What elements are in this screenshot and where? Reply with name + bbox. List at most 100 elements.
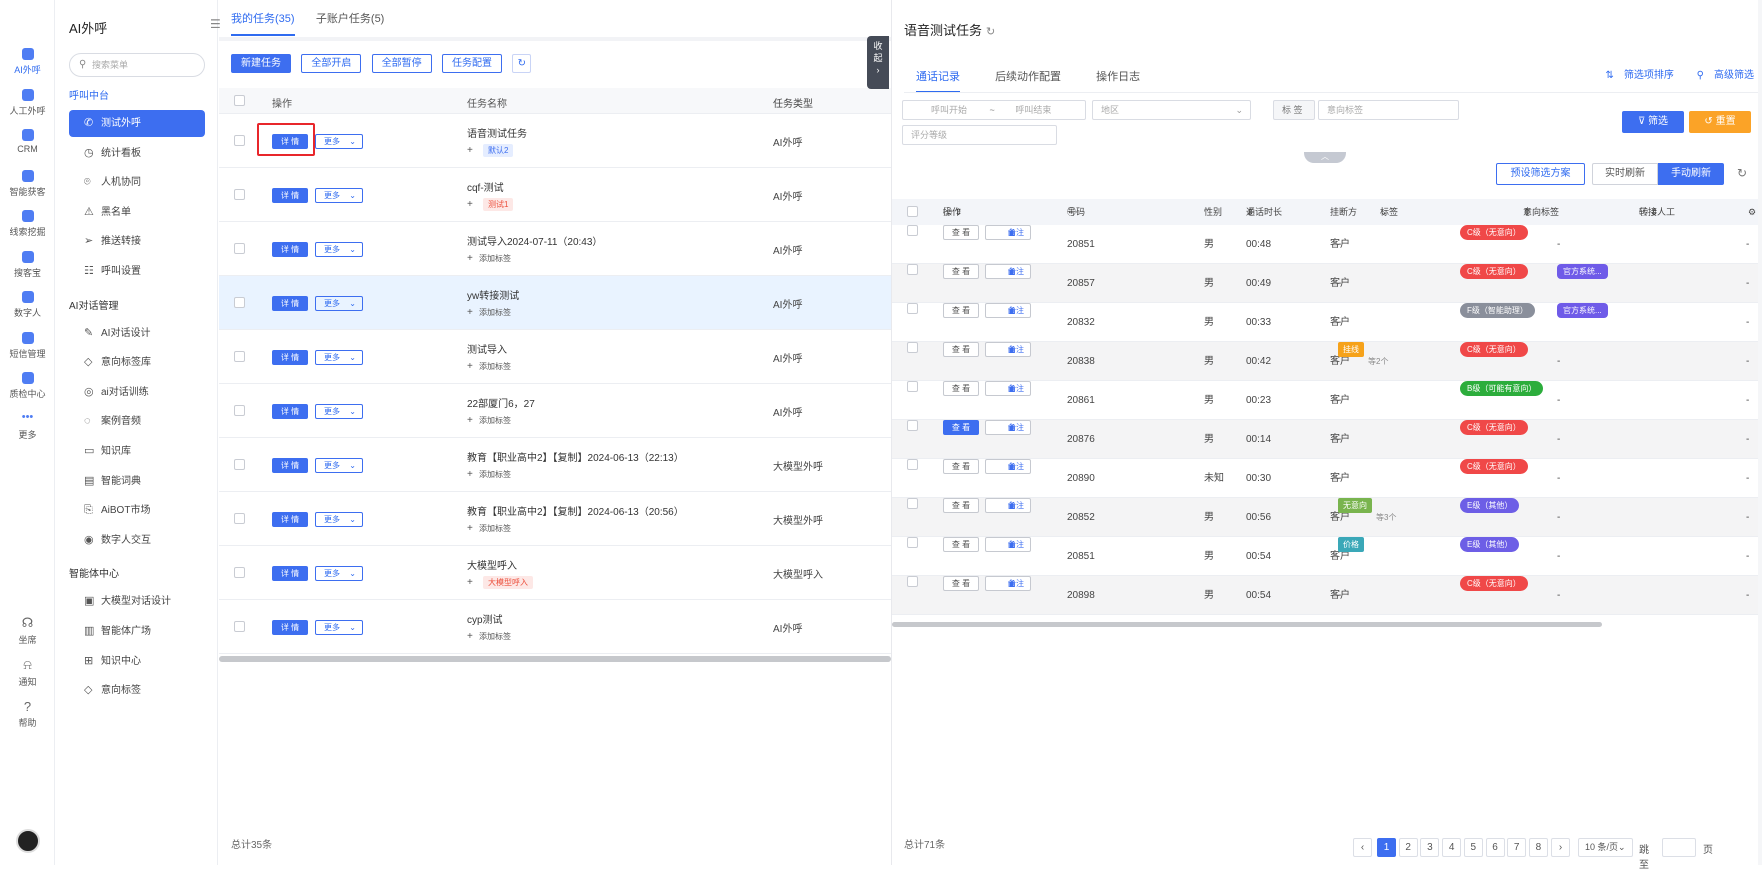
select-all-checkbox[interactable] <box>907 206 918 217</box>
detail-button[interactable]: 详 情 <box>272 566 308 581</box>
collapse-panel-button[interactable]: 收起 › <box>867 36 889 89</box>
rail-bottom-item[interactable]: ⍾ 通知 <box>0 657 55 688</box>
call-time-range-input[interactable]: 呼叫开始 ~ 呼叫结束 <box>902 100 1086 120</box>
menu-item[interactable]: ◷ 统计看板 <box>69 140 205 167</box>
tab-sub-account-tasks[interactable]: 子账户任务(5) <box>316 10 384 34</box>
call-row[interactable]: 查 看 ▣ 备注 20898 男 00:54 客户 - C级（无意向） - - <box>892 576 1762 615</box>
note-button[interactable]: ▣ 备注 <box>985 498 1031 513</box>
note-button[interactable]: ▣ 备注 <box>985 420 1031 435</box>
menu-item[interactable]: ◉ 数字人交互 <box>69 527 205 554</box>
row-checkbox[interactable] <box>907 576 918 587</box>
row-checkbox[interactable] <box>234 135 245 146</box>
menu-item[interactable]: ➢ 推送转接 <box>69 228 205 255</box>
note-button[interactable]: ▣ 备注 <box>985 342 1031 357</box>
view-button[interactable]: 查 看 <box>943 537 979 552</box>
note-button[interactable]: ▣ 备注 <box>985 459 1031 474</box>
refresh-icon[interactable]: ↻ <box>512 54 532 73</box>
more-button[interactable]: 更多 ⌄ <box>315 404 363 419</box>
row-checkbox[interactable] <box>234 513 245 524</box>
row-checkbox[interactable] <box>907 342 918 353</box>
row-checkbox[interactable] <box>234 297 245 308</box>
view-button[interactable]: 查 看 <box>943 420 979 435</box>
tab-operation-log[interactable]: 操作日志 <box>1096 68 1140 91</box>
reload-icon[interactable]: ↻ <box>1737 166 1747 180</box>
rail-item[interactable]: 质检中心 <box>0 372 55 400</box>
more-button[interactable]: 更多 ⌄ <box>315 188 363 203</box>
task-tag-area[interactable]: + 大模型呼入 <box>467 576 533 589</box>
more-button[interactable]: 更多 ⌄ <box>315 512 363 527</box>
call-row[interactable]: 查 看 ▣ 备注 20890 未知 00:30 客户 - C级（无意向） - - <box>892 459 1762 498</box>
task-tag-area[interactable]: + 测试1 <box>467 198 514 211</box>
rail-item[interactable]: ••• 更多 <box>0 411 55 441</box>
menu-search-input[interactable]: ⚲ 搜索菜单 <box>69 53 205 77</box>
row-checkbox[interactable] <box>234 405 245 416</box>
refresh-icon[interactable]: ↻ <box>986 26 995 38</box>
menu-item[interactable]: ☷ 呼叫设置 <box>69 258 205 285</box>
task-tag-area[interactable]: + 添加标签 <box>467 360 511 373</box>
rail-item[interactable]: AI外呼 <box>0 41 55 79</box>
task-name[interactable]: yw转接测试 <box>467 287 519 302</box>
view-button[interactable]: 查 看 <box>943 576 979 591</box>
task-row[interactable]: 详 情更多 ⌄ 语音测试任务 + 默认2 AI外呼 <box>219 114 891 168</box>
task-name[interactable]: 大模型呼入 <box>467 557 517 572</box>
task-tag-area[interactable]: + 添加标签 <box>467 630 511 643</box>
row-checkbox[interactable] <box>907 537 918 548</box>
task-config-button[interactable]: 任务配置 <box>442 54 503 73</box>
row-checkbox[interactable] <box>907 264 918 275</box>
task-row[interactable]: 详 情 更多 ⌄ 教育【职业高中2】【复制】2024-06-13（20:56） + 添加标… <box>219 492 891 546</box>
call-row[interactable]: 查 看 ▣ 备注 20832 男 00:33 客户 - F级（智能助理） 官方系统... - <box>892 303 1762 342</box>
task-row[interactable]: 详 情 更多 ⌄ 22部厦门6，27 + 添加标签 AI外呼 <box>219 384 891 438</box>
page-number[interactable]: 4 <box>1442 838 1462 857</box>
jump-page-input[interactable] <box>1662 838 1696 857</box>
task-tag-area[interactable]: + 默认2 <box>467 144 514 157</box>
task-row[interactable]: 详 情 更多 ⌄ cyp测试 + 添加标签 AI外呼 <box>219 600 891 654</box>
rail-item[interactable]: 智能获客 <box>0 169 55 198</box>
page-number[interactable]: 5 <box>1463 838 1483 857</box>
more-button[interactable]: 更多 ⌄ <box>315 134 363 149</box>
call-row[interactable]: 查 看 ▣ 备注 20857 男 00:49 客户 - C级（无意向） 官方系统... - <box>892 264 1762 303</box>
call-row[interactable]: 查 看 ▣ 备注 20876 男 00:14 客户 - C级（无意向） - - <box>892 420 1762 459</box>
realtime-refresh-button[interactable]: 实时刷新 <box>1592 163 1658 185</box>
menu-item[interactable]: ▣ 大模型对话设计 <box>69 588 205 615</box>
advanced-filter-link[interactable]: ⚲ 高级筛选 <box>1687 70 1754 81</box>
intent-tag-input[interactable]: 意向标签 <box>1318 100 1459 120</box>
view-button[interactable]: 查 看 <box>943 459 979 474</box>
pause-all-button[interactable]: 全部暂停 <box>371 54 432 73</box>
call-row[interactable]: 查 看 ▣ 备注 20851 男 00:48 客户 - C级（无意向） - - <box>892 225 1762 264</box>
filter-button[interactable]: ⊽ 筛选 <box>1622 111 1684 133</box>
view-button[interactable]: 查 看 <box>943 264 979 279</box>
detail-button[interactable]: 详 情 <box>272 350 308 365</box>
menu-item[interactable]: ◎ ai对话训练 <box>69 379 205 406</box>
menu-item[interactable]: ◇ 意向标签库 <box>69 349 205 376</box>
start-all-button[interactable]: 全部开启 <box>301 54 362 73</box>
rail-item[interactable]: 人工外呼 <box>0 88 55 117</box>
task-row[interactable]: 详 情 更多 ⌄ yw转接测试 + 添加标签 AI外呼 <box>219 276 891 330</box>
manual-refresh-button[interactable]: 手动刷新 <box>1658 163 1724 185</box>
task-name[interactable]: cyp测试 <box>467 611 503 626</box>
task-name[interactable]: 教育【职业高中2】【复制】2024-06-13（22:13） <box>467 449 684 464</box>
row-checkbox[interactable] <box>234 189 245 200</box>
tab-call-records[interactable]: 通话记录 <box>916 68 960 93</box>
detail-button[interactable]: 详 情 <box>272 242 308 257</box>
menu-item[interactable]: ✎ AI对话设计 <box>69 320 205 347</box>
more-button[interactable]: 更多 ⌄ <box>315 242 363 257</box>
rail-bottom-item[interactable]: ☊ 坐席 <box>0 615 55 646</box>
task-name[interactable]: cqf-测试 <box>467 179 504 194</box>
task-row[interactable]: 详 情 更多 ⌄ cqf-测试 + 测试1 AI外呼 <box>219 168 891 222</box>
prev-page-icon[interactable]: ‹ <box>1353 838 1372 857</box>
region-select[interactable]: 地区 ⌄ <box>1092 100 1251 120</box>
menu-item[interactable]: ⌾ 人机协同 <box>69 169 205 196</box>
note-button[interactable]: ▣ 备注 <box>985 264 1031 279</box>
task-tag-area[interactable]: + 添加标签 <box>467 306 511 319</box>
page-number[interactable]: 1 <box>1377 838 1396 857</box>
row-checkbox[interactable] <box>907 498 918 509</box>
preset-filter-button[interactable]: 预设筛选方案 <box>1496 163 1585 185</box>
detail-button[interactable]: 详 情 <box>272 404 308 419</box>
page-number[interactable]: 6 <box>1485 838 1505 857</box>
task-name[interactable]: 测试导入 <box>467 341 507 356</box>
page-number[interactable]: 7 <box>1507 838 1527 857</box>
task-row[interactable]: 详 情更多 ⌄ 大模型呼入 + 大模型呼入 大模型呼入 <box>219 546 891 600</box>
next-page-icon[interactable]: › <box>1551 838 1570 857</box>
row-checkbox[interactable] <box>907 459 918 470</box>
task-name[interactable]: 教育【职业高中2】【复制】2024-06-13（20:56） <box>467 503 684 518</box>
